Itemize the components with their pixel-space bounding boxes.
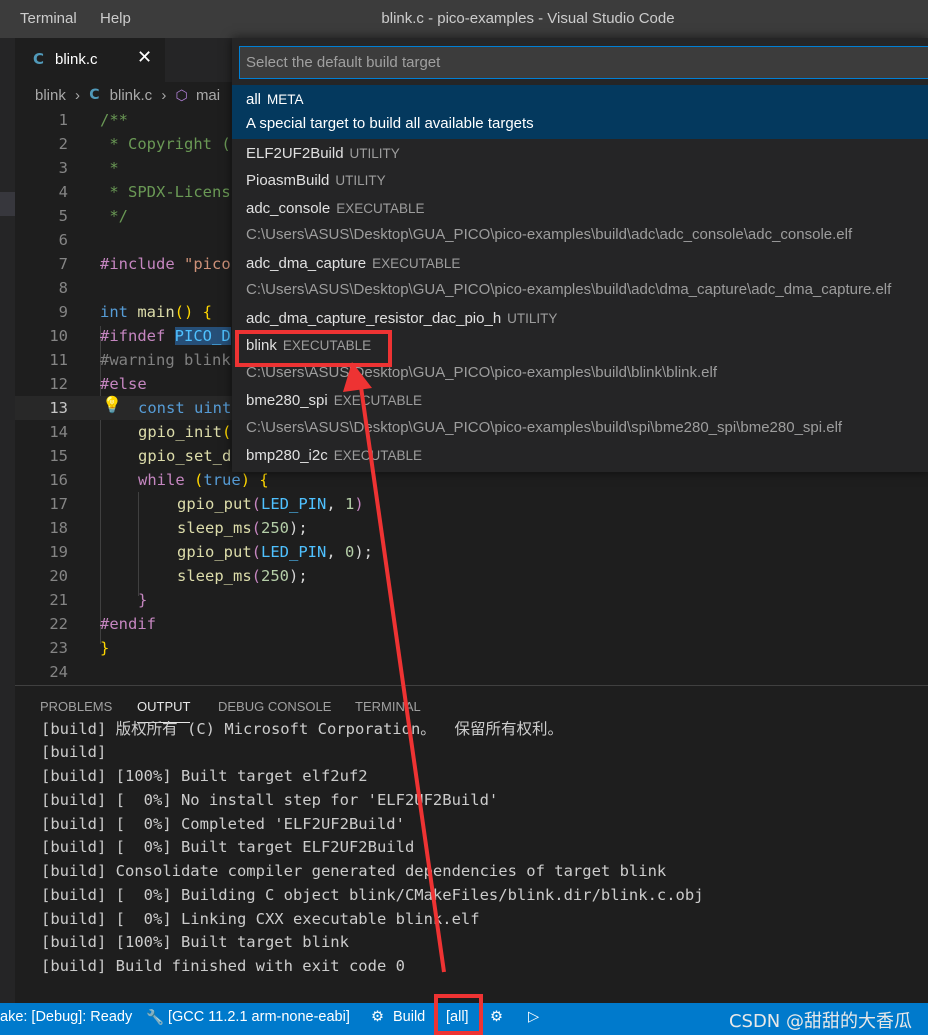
- gear-icon[interactable]: ⚙: [371, 1009, 384, 1025]
- arrow-head: [343, 362, 372, 392]
- build-button[interactable]: Build: [393, 1009, 425, 1025]
- wrench-icon[interactable]: 🔧: [146, 1009, 164, 1026]
- watermark: CSDN @甜甜的大香瓜: [728, 1011, 912, 1032]
- run-icon[interactable]: ▷: [528, 1009, 539, 1025]
- cmake-status[interactable]: ake: [Debug]: Ready: [0, 1009, 132, 1025]
- highlight-box-target: [434, 994, 483, 1035]
- kit-selector[interactable]: [GCC 11.2.1 arm-none-eabi]: [168, 1009, 350, 1025]
- arrow-shaft: [358, 379, 446, 973]
- debug-icon[interactable]: ⚙: [490, 1009, 503, 1025]
- annotation-arrow: [343, 362, 446, 973]
